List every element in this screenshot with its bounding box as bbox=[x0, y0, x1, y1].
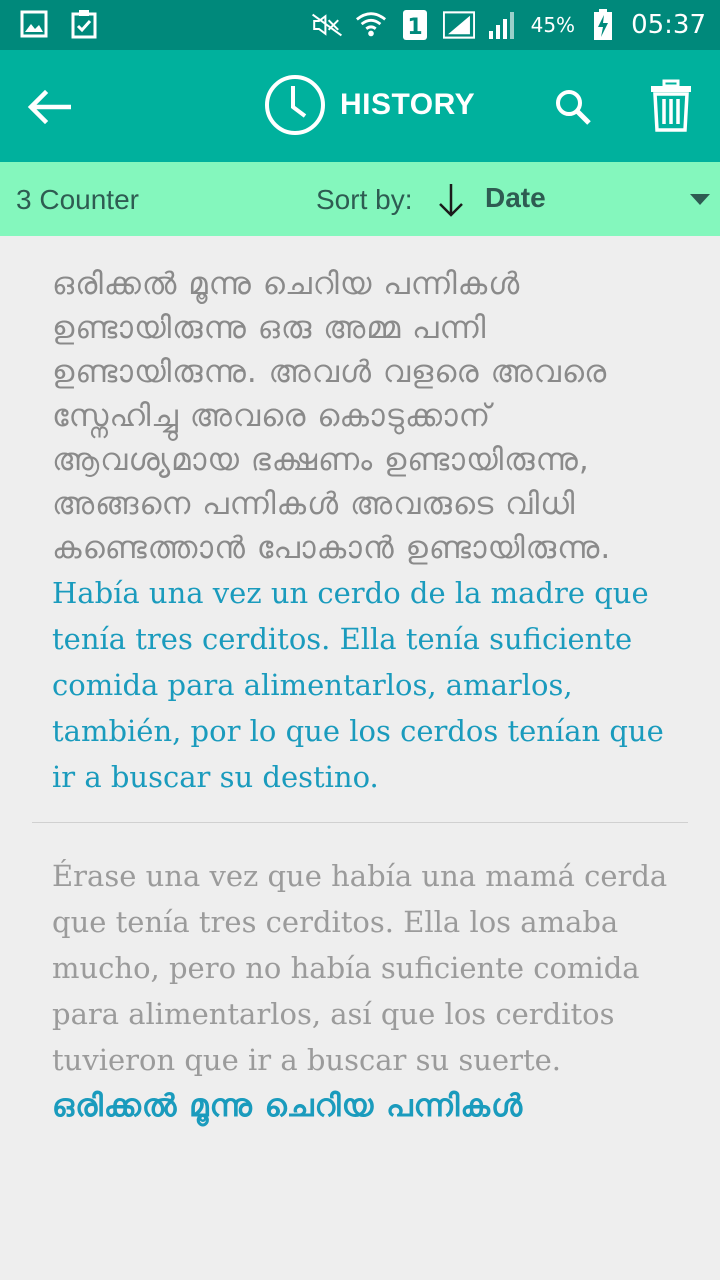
history-counter: 3 Counter bbox=[16, 184, 139, 215]
source-text: Érase una vez que había una mamá cerda q… bbox=[52, 859, 668, 1077]
mute-icon bbox=[311, 9, 343, 41]
sim-label: 1 bbox=[407, 15, 422, 40]
title-group: HISTORY bbox=[264, 74, 475, 136]
signal-icon bbox=[442, 9, 475, 41]
battery-percent: 45% bbox=[530, 13, 576, 37]
sim-1-icon: 1 bbox=[399, 9, 431, 41]
signal-icon-2 bbox=[487, 9, 519, 41]
status-bar: 1 45% 05:37 bbox=[0, 0, 720, 50]
gallery-icon bbox=[18, 8, 50, 40]
trash-icon bbox=[651, 79, 691, 132]
translation-text: Había una vez un cerdo de la madre que t… bbox=[52, 576, 664, 794]
clipboard-check-icon bbox=[68, 8, 100, 40]
sort-select[interactable]: Date bbox=[485, 182, 546, 214]
search-icon bbox=[556, 90, 591, 125]
history-item[interactable]: ഒരിക്കൽ മൂന്നു ചെറിയ പന്നികൾ ഉണ്ടായിരുന്… bbox=[0, 236, 720, 822]
search-button[interactable] bbox=[548, 82, 598, 132]
wifi-icon bbox=[355, 9, 387, 41]
back-button[interactable] bbox=[24, 82, 74, 132]
dropdown-caret-icon[interactable] bbox=[690, 194, 710, 205]
translation-text: ഒരിക്കൽ മൂന്നു ചെറിയ പന്നികൾ bbox=[52, 1088, 524, 1124]
clock-time: 05:37 bbox=[631, 10, 706, 40]
sort-bar: 3 Counter Sort by: Date bbox=[0, 162, 720, 236]
sort-label: Sort by: bbox=[316, 184, 413, 215]
page-title: HISTORY bbox=[340, 88, 476, 121]
battery-charging-icon bbox=[587, 9, 619, 41]
arrow-left-icon bbox=[27, 89, 71, 125]
sort-direction-arrow-down-icon[interactable] bbox=[436, 182, 466, 218]
clock-icon bbox=[265, 75, 325, 135]
source-text: ഒരിക്കൽ മൂന്നു ചെറിയ പന്നികൾ ഉണ്ടായിരുന്… bbox=[52, 266, 612, 566]
history-list[interactable]: ഒരിക്കൽ മൂന്നു ചെറിയ പന്നികൾ ഉണ്ടായിരുന്… bbox=[0, 236, 720, 1280]
app-bar: HISTORY bbox=[0, 50, 720, 162]
delete-button[interactable] bbox=[644, 76, 698, 136]
history-item[interactable]: Érase una vez que había una mamá cerda q… bbox=[0, 823, 720, 1129]
